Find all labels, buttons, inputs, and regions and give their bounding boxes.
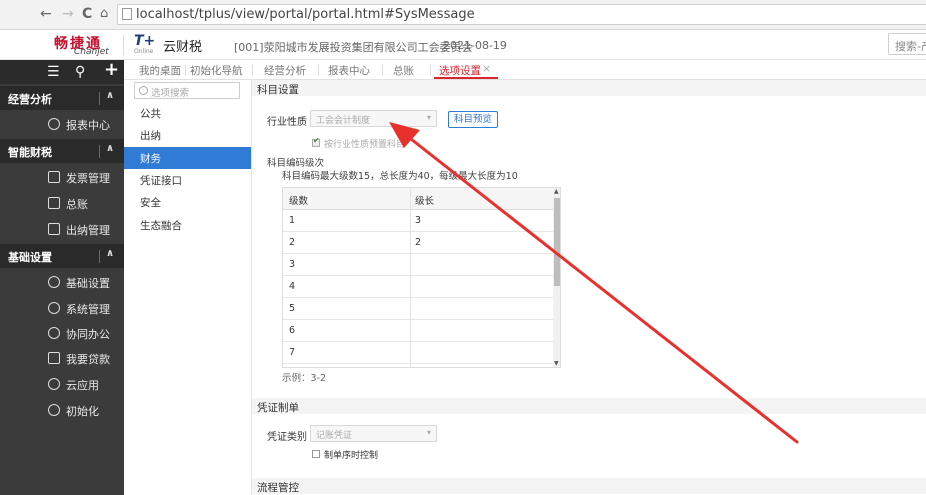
section-account-settings: 科目设置 [252,80,926,96]
account-preview-button[interactable]: 科目预览 [448,111,498,128]
table-header: 级数 级长 [283,188,553,210]
product-logo-sub: Online [134,48,154,55]
tab-option-settings[interactable]: 选项设置 [439,63,481,78]
report-icon [48,118,60,130]
cloud-icon [48,378,60,390]
table-row[interactable]: 4 [283,276,553,298]
reload-icon[interactable]: C [82,6,92,22]
check-icon: ✔ [313,136,320,145]
column-header-level: 级数 [289,196,309,207]
menu-icon[interactable]: ☰ [47,63,60,81]
sidebar-group-analysis[interactable]: 经营分析 ∧ [0,86,124,110]
industry-select[interactable]: 工会会计制度 ▾ [310,110,437,127]
sidebar: ☰ ⚲ + 经营分析 ∧ 报表中心 智能财税 ∧ 发票管理 总账 出纳管理 基础… [0,60,124,495]
sidebar-item-collab[interactable]: 协同办公 [0,320,124,346]
system-icon [48,302,60,314]
table-row[interactable]: 7 [283,342,553,364]
table-row[interactable]: 5 [283,298,553,320]
search-icon [139,86,148,95]
tab-business-analysis[interactable]: 经营分析 [264,63,306,78]
brand-logo-en: Chanjet [74,47,109,57]
settings-icon [48,276,60,288]
add-icon[interactable]: + [104,61,119,79]
app-header: 畅捷通 Chanjet T+ Online 云财税 [001]荥阳城市发展投资集… [0,30,926,60]
logo-divider [123,35,124,55]
sidebar-group-basic[interactable]: 基础设置 ∧ [0,244,124,268]
browser-toolbar: ← → C ⌂ localhost/tplus/view/portal/port… [0,0,926,30]
code-levels-desc: 科目编码最大级数15，总长度为40，每级最大长度为10 [282,171,518,182]
chevron-down-icon: ▾ [426,113,431,122]
code-levels-table: 级数 级长 1 3 2 2 3 4 5 6 7 ▲ ▼ [282,187,561,368]
chevron-up-icon[interactable]: ∧ [106,143,114,154]
chevron-up-icon[interactable]: ∧ [106,90,114,101]
organization-name[interactable]: [001]荥阳城市发展投资集团有限公司工会委员会 [234,39,473,55]
options-item-ecosystem[interactable]: 生态融合 [124,214,251,236]
code-example: 示例：3-2 [282,373,327,384]
sequence-control-label: 制单序时控制 [324,451,379,461]
section-flow-control: 流程管控 [252,478,926,494]
address-bar[interactable]: localhost/tplus/view/portal/portal.html#… [117,4,926,25]
tab-ledger[interactable]: 总账 [393,63,414,78]
scroll-down-icon[interactable]: ▼ [554,360,559,367]
init-icon [48,404,60,416]
table-scroll-thumb[interactable] [554,198,560,286]
tab-report-center[interactable]: 报表中心 [328,63,370,78]
scroll-up-icon[interactable]: ▲ [554,188,559,195]
sidebar-item-loan[interactable]: 我要贷款 [0,345,124,371]
industry-label: 行业性质 [267,117,307,128]
options-item-voucher-interface[interactable]: 凭证接口 [124,169,251,191]
cashier-icon [48,223,60,235]
sequence-control-checkbox[interactable] [312,450,320,458]
voucher-type-label: 凭证类别 [267,432,307,443]
sidebar-item-cashier[interactable]: 出纳管理 [0,216,124,242]
preset-accounts-label: 按行业性质预置科目 [324,140,406,150]
options-item-common[interactable]: 公共 [124,102,251,124]
column-header-length: 级长 [415,196,435,207]
section-voucher: 凭证制单 [252,398,926,414]
product-logo: T+ [134,33,156,49]
search-icon[interactable]: ⚲ [75,63,85,81]
sidebar-item-init[interactable]: 初始化 [0,397,124,423]
global-search-input[interactable]: 搜索-产 [888,33,926,55]
sidebar-toolbar: ☰ ⚲ + [0,60,124,84]
close-icon[interactable]: × [482,62,491,75]
code-levels-title: 科目编码级次 [267,158,325,169]
options-item-cashier[interactable]: 出纳 [124,124,251,146]
sidebar-item-system[interactable]: 系统管理 [0,295,124,321]
sidebar-item-ledger[interactable]: 总账 [0,190,124,216]
chevron-up-icon[interactable]: ∧ [106,248,114,259]
tab-init-guide[interactable]: 初始化导航 [190,63,243,78]
chevron-down-icon: ▾ [426,428,431,437]
options-content: 科目设置 行业性质 工会会计制度 ▾ 科目预览 ✔ 按行业性质预置科目 科目编码… [252,80,926,495]
table-row[interactable]: 3 [283,254,553,276]
home-icon[interactable]: ⌂ [100,6,108,22]
active-tab-indicator [434,77,498,79]
ledger-icon [48,197,60,209]
table-row[interactable]: 1 3 [283,210,553,232]
options-search-input[interactable]: 选项搜索 [134,82,240,99]
page-icon [122,8,132,20]
url-text: localhost/tplus/view/portal/portal.html#… [136,7,475,22]
back-icon[interactable]: ← [40,6,52,22]
product-name: 云财税 [163,40,203,55]
sidebar-item-cloud[interactable]: 云应用 [0,371,124,397]
forward-icon[interactable]: → [62,6,74,22]
table-row[interactable]: 6 [283,320,553,342]
invoice-icon [48,171,60,183]
tab-bar: 我的桌面 初始化导航 经营分析 报表中心 总账 选项设置 × [124,60,926,80]
login-date: 2021-08-19 [443,39,507,52]
tab-my-desktop[interactable]: 我的桌面 [139,63,181,78]
sidebar-item-basic-settings[interactable]: 基础设置 [0,269,124,295]
sidebar-item-invoice[interactable]: 发票管理 [0,164,124,190]
preset-accounts-checkbox[interactable]: ✔ [312,136,320,147]
collab-icon [48,327,60,339]
voucher-type-select[interactable]: 记账凭证 ▾ [310,425,437,442]
table-row[interactable]: 2 2 [283,232,553,254]
sidebar-group-tax[interactable]: 智能财税 ∧ [0,139,124,163]
options-nav: 选项搜索 公共 出纳 财务 凭证接口 安全 生态融合 [124,80,252,495]
options-item-finance[interactable]: 财务 [124,147,251,169]
sidebar-item-report-center[interactable]: 报表中心 [0,111,124,137]
loan-icon [48,352,60,364]
options-item-security[interactable]: 安全 [124,191,251,213]
